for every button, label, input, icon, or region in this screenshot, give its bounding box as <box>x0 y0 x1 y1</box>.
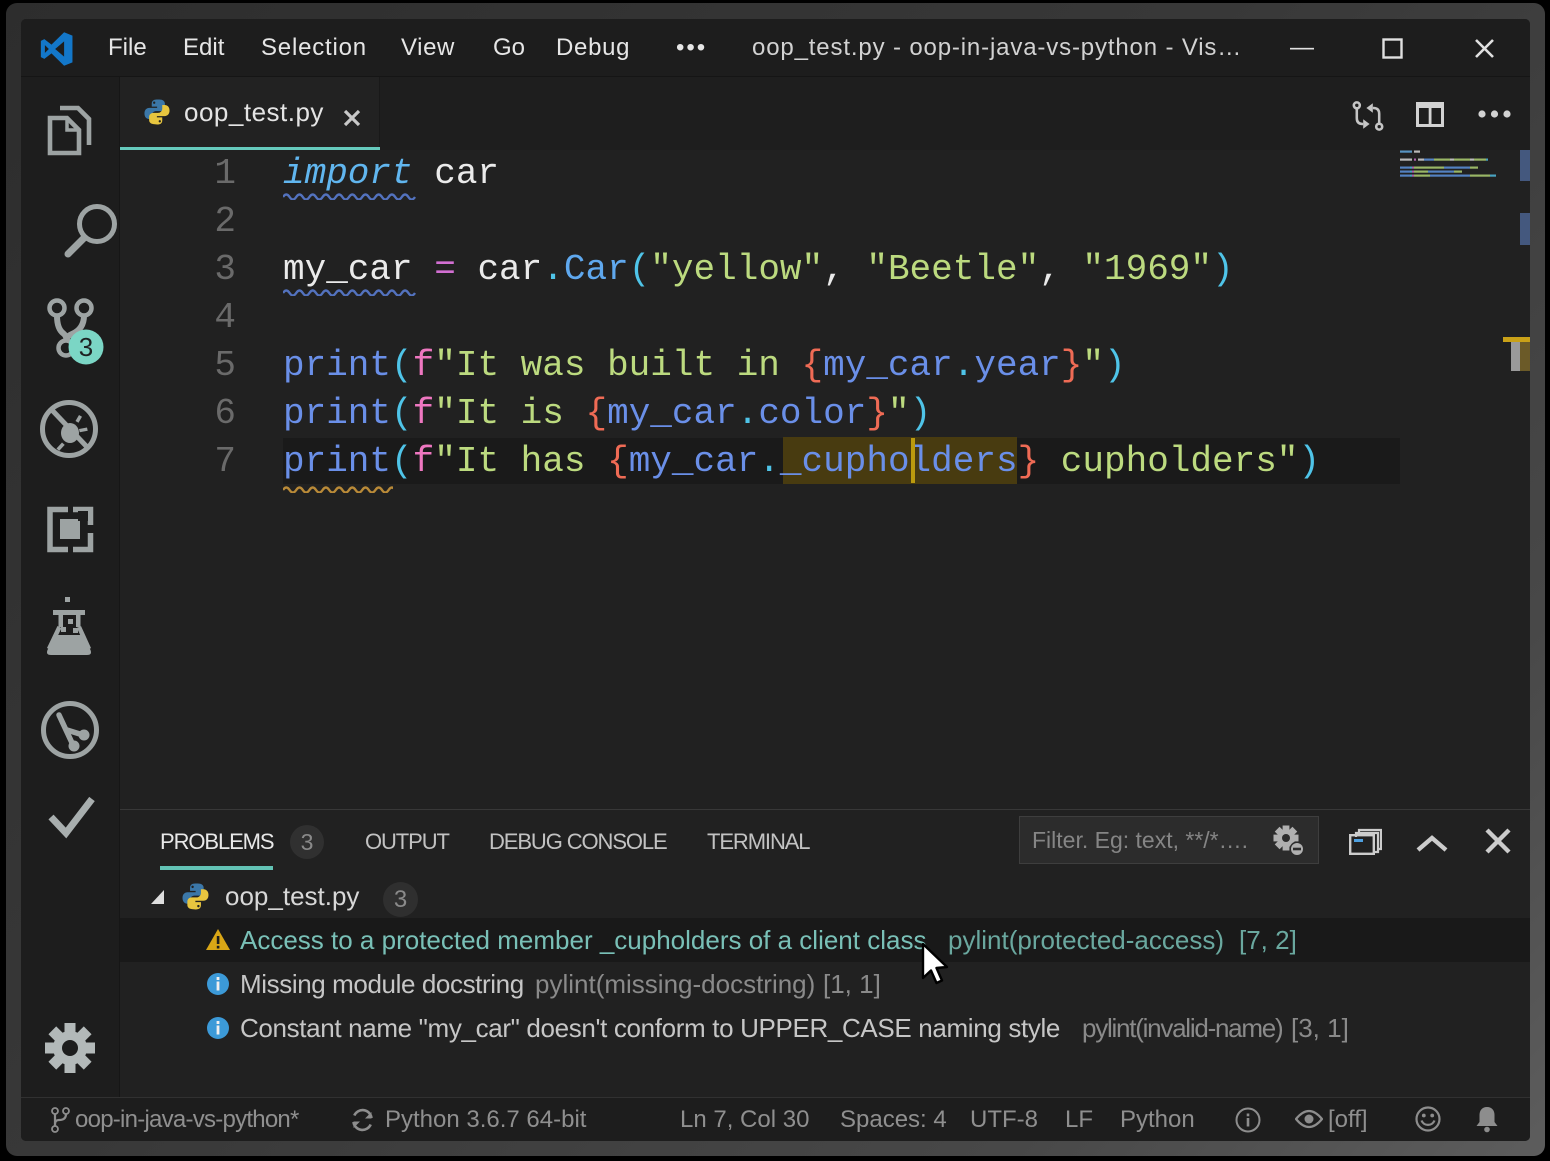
svg-text:3: 3 <box>79 332 93 362</box>
